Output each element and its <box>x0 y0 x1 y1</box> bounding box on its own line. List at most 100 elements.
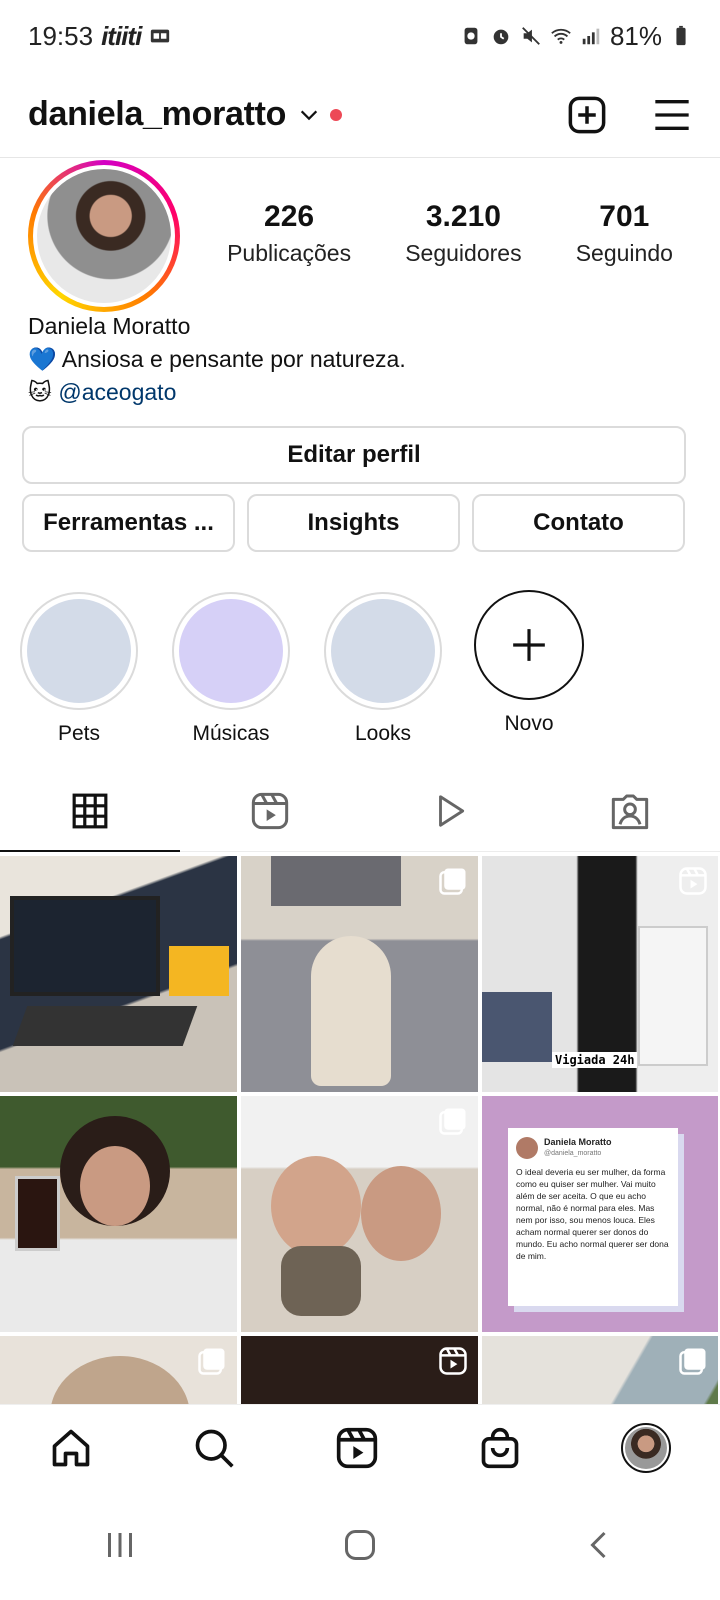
highlight-new[interactable]: Novo <box>474 590 584 736</box>
contact-button[interactable]: Contato <box>472 494 685 552</box>
stat-label: Publicações <box>227 240 352 266</box>
highlight-ring <box>20 592 138 710</box>
highlight-looks[interactable]: Looks <box>324 592 442 746</box>
post-caption: Vigiada 24h <box>552 1052 638 1068</box>
status-bar: 19:53 itiiti 81% <box>0 0 720 72</box>
mute-icon <box>522 27 540 45</box>
profile-header: daniela_moratto <box>0 72 720 158</box>
tools-button[interactable]: Ferramentas ... <box>22 494 235 552</box>
status-time: 19:53 <box>28 20 94 51</box>
grid-post[interactable]: Daniela Moratto @daniela_moratto O ideal… <box>482 1096 718 1332</box>
new-highlight-circle <box>474 590 584 700</box>
reels-icon[interactable] <box>335 1426 379 1470</box>
profile-bio: Daniela Moratto 💙 Ansiosa e pensante por… <box>28 310 406 409</box>
highlight-cover <box>331 599 435 703</box>
search-icon[interactable] <box>192 1426 236 1470</box>
quote-author: Daniela Moratto @daniela_moratto <box>544 1136 612 1160</box>
quote-name: Daniela Moratto <box>544 1137 612 1147</box>
username[interactable]: daniela_moratto <box>28 95 286 134</box>
tab-tagged[interactable] <box>540 770 720 851</box>
stat-label: Seguidores <box>405 240 522 266</box>
tab-grid[interactable] <box>0 770 180 852</box>
water-cooler-shape <box>638 926 708 1066</box>
sofa-shape <box>482 992 552 1062</box>
bio-mention-link[interactable]: @aceogato <box>58 379 176 405</box>
highlight-musicas[interactable]: Músicas <box>172 592 290 746</box>
quote-card: Daniela Moratto @daniela_moratto O ideal… <box>508 1128 678 1306</box>
stat-label: Seguindo <box>575 240 673 266</box>
insights-button[interactable]: Insights <box>247 494 460 552</box>
highlight-label: Pets <box>57 722 101 745</box>
grid-post[interactable] <box>241 1096 478 1332</box>
grid-icon <box>72 793 108 828</box>
carousel-icon <box>679 1348 706 1375</box>
shop-icon[interactable] <box>478 1426 522 1470</box>
quote-avatar <box>516 1137 538 1159</box>
battery-icon <box>676 25 686 46</box>
reels-icon <box>679 867 707 895</box>
face-shape <box>80 1146 150 1226</box>
highlight-label: Novo <box>504 712 554 735</box>
grid-post[interactable] <box>0 856 237 1092</box>
avatar-border <box>33 165 175 307</box>
cat-shape <box>281 1246 361 1316</box>
monitor-shape <box>10 896 160 996</box>
chevron-down-icon[interactable] <box>298 104 320 126</box>
cat-shape <box>311 936 391 1086</box>
system-nav-bar <box>0 1490 720 1600</box>
menu-icon[interactable] <box>652 95 692 135</box>
bio-text: Ansiosa e pensante por natureza. <box>61 346 406 372</box>
stat-value: 701 <box>599 200 650 233</box>
profile-avatar[interactable] <box>28 160 180 312</box>
home-icon[interactable] <box>49 1426 93 1470</box>
bio-line: 💙 Ansiosa e pensante por natureza. <box>28 343 406 376</box>
laptop-shape <box>169 946 229 996</box>
grid-post[interactable] <box>241 856 478 1092</box>
face-shape <box>361 1166 441 1261</box>
highlight-label: Músicas <box>192 722 270 745</box>
tab-reels[interactable] <box>180 770 360 851</box>
plus-icon <box>513 629 545 661</box>
signal-icon <box>582 28 600 45</box>
tab-videos[interactable] <box>360 770 540 851</box>
quote-handle: @daniela_moratto <box>544 1150 602 1157</box>
quote-text: O ideal deveria eu ser mulher, da forma … <box>516 1167 669 1261</box>
wifi-icon <box>551 28 571 44</box>
reels-icon <box>439 1347 467 1375</box>
edit-profile-button[interactable]: Editar perfil <box>22 426 686 484</box>
new-post-icon[interactable] <box>566 94 608 136</box>
recent-apps-icon[interactable] <box>102 1527 138 1563</box>
highlight-cover <box>27 599 131 703</box>
grid-post[interactable]: Vigiada 24h <box>482 856 718 1092</box>
battery-percent: 81% <box>609 20 662 51</box>
highlight-label: Looks <box>354 722 412 745</box>
face-shape <box>271 1156 361 1256</box>
carousel-icon <box>198 1348 225 1375</box>
stat-value: 226 <box>264 200 315 233</box>
profile-nav-avatar[interactable] <box>620 1422 671 1473</box>
cat-shape <box>50 1356 190 1404</box>
grid-post[interactable] <box>0 1336 237 1404</box>
carrier-logo: itiiti <box>101 20 142 51</box>
back-icon[interactable] <box>582 1527 618 1563</box>
carousel-icon <box>439 1108 466 1135</box>
stat-following[interactable]: 701 Seguindo <box>576 200 673 267</box>
grid-post[interactable] <box>482 1336 718 1404</box>
sync-icon <box>464 27 478 45</box>
stat-posts[interactable]: 226 Publicações <box>227 200 351 267</box>
avatar-photo <box>37 169 171 303</box>
grid-post[interactable] <box>0 1096 237 1332</box>
stat-followers[interactable]: 3.210 Seguidores <box>405 200 521 267</box>
keyboard-shape <box>12 1006 198 1046</box>
highlight-ring <box>172 592 290 710</box>
posts-grid: Vigiada 24h Daniela Moratto @daniela_mor… <box>0 856 720 1404</box>
bottom-nav <box>0 1404 720 1490</box>
profile-stats: 226 Publicações 3.210 Seguidores 701 Seg… <box>200 200 700 267</box>
screen-icon <box>151 29 170 43</box>
display-name: Daniela Moratto <box>28 313 191 339</box>
avatar-photo <box>624 1426 667 1469</box>
home-button-icon[interactable] <box>342 1527 378 1563</box>
highlight-pets[interactable]: Pets <box>20 592 138 746</box>
heart-emoji: 💙 <box>28 346 57 372</box>
grid-post[interactable] <box>241 1336 478 1404</box>
